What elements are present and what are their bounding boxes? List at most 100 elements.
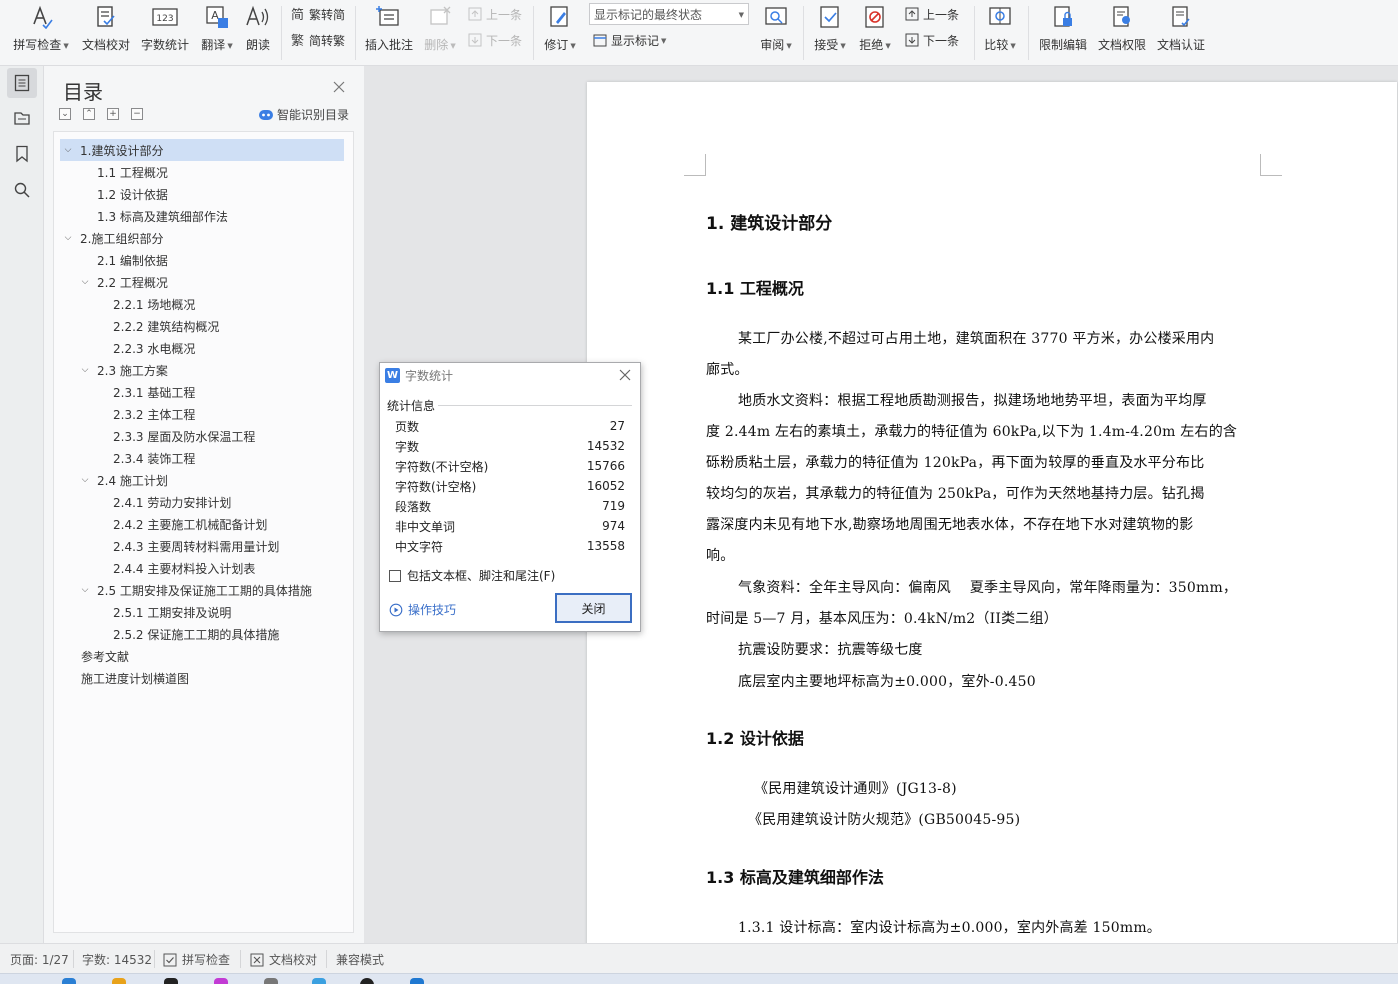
toc-item[interactable]: 2.2.3 水电概况 bbox=[113, 337, 195, 359]
word-count-button[interactable]: 123 字数统计 bbox=[139, 4, 191, 54]
dialog-close-button[interactable] bbox=[618, 368, 632, 382]
toc-item[interactable]: 2.3.3 屋面及防水保温工程 bbox=[113, 425, 255, 447]
stat-row: 中文字符 13558 bbox=[395, 536, 625, 556]
reference-line: 《民用建筑设计通则》(JG13-8) bbox=[754, 781, 957, 797]
chapter-nav-button[interactable] bbox=[7, 103, 37, 133]
doc-proof-button[interactable]: 文档校对 bbox=[80, 4, 132, 54]
accept-button[interactable]: 接受 ▼ bbox=[811, 4, 849, 54]
word-count-indicator[interactable]: 字数: 14532 bbox=[82, 951, 152, 968]
prev-comment-button[interactable]: 上一条 bbox=[466, 4, 522, 24]
taskbar-app-icon[interactable] bbox=[264, 978, 278, 984]
accept-icon bbox=[817, 4, 843, 30]
markup-state-select[interactable]: 显示标记的最终状态 ▼ bbox=[589, 3, 749, 25]
toc-item[interactable]: 2.2.2 建筑结构概况 bbox=[113, 315, 219, 337]
delete-comment-button[interactable]: 删除 ▼ bbox=[422, 4, 458, 54]
toc-item[interactable]: ⌵ 1.建筑设计部分 bbox=[60, 139, 344, 161]
chevron-down-icon: ▼ bbox=[661, 37, 667, 45]
dialog-titlebar[interactable]: W 字数统计 bbox=[380, 363, 640, 388]
dialog-title: 字数统计 bbox=[405, 369, 454, 383]
stat-row: 字符数(不计空格) 15766 bbox=[395, 456, 625, 476]
document-page[interactable]: 1. 建筑设计部分 1.1 工程概况 某工厂办公楼,不超过可占用土地，建筑面积在… bbox=[587, 82, 1397, 943]
toc-item[interactable]: ⌵ 2.3 施工方案 bbox=[79, 359, 168, 381]
bookmark-nav-button[interactable] bbox=[7, 139, 37, 169]
insert-comment-icon bbox=[376, 4, 402, 30]
toc-item[interactable]: 1.3 标高及建筑细部作法 bbox=[97, 205, 228, 227]
revise-button[interactable]: 修订 ▼ bbox=[541, 4, 579, 54]
traditional-to-simplified-button[interactable]: 简 繁转简 bbox=[289, 4, 345, 24]
close-dialog-button[interactable]: 关闭 bbox=[555, 593, 632, 623]
next-comment-button[interactable]: 下一条 bbox=[466, 30, 522, 50]
next-change-button[interactable]: 下一条 bbox=[903, 30, 959, 50]
expand-level-button[interactable]: ⌃ bbox=[83, 108, 95, 120]
doc-cert-button[interactable]: 文档认证 bbox=[1154, 4, 1208, 54]
search-nav-button[interactable] bbox=[7, 175, 37, 205]
toc-close-button[interactable] bbox=[332, 80, 346, 94]
paragraph-line: 底层室内主要地坪标高为±0.000，室外-0.450 bbox=[738, 674, 1036, 690]
taskbar-app-icon[interactable] bbox=[410, 978, 424, 984]
prev-change-button[interactable]: 上一条 bbox=[903, 4, 959, 24]
toc-item[interactable]: 2.2.1 场地概况 bbox=[113, 293, 195, 315]
read-aloud-button[interactable]: 朗读 bbox=[243, 4, 273, 54]
status-doc-proof[interactable]: 文档校对 bbox=[250, 951, 317, 968]
stat-label: 字符数(计空格) bbox=[395, 479, 477, 494]
toc-item[interactable]: 2.5.2 保证施工工期的具体措施 bbox=[113, 623, 279, 645]
smart-toc-button[interactable]: 智能识别目录 bbox=[258, 106, 349, 123]
show-markup-button[interactable]: 显示标记 ▼ bbox=[591, 30, 666, 50]
review-button[interactable]: 审阅 ▼ bbox=[757, 4, 795, 54]
toc-item[interactable]: 1.2 设计依据 bbox=[97, 183, 168, 205]
taskbar bbox=[0, 973, 1398, 984]
add-heading-button[interactable]: + bbox=[107, 108, 119, 120]
taskbar-app-icon[interactable] bbox=[62, 978, 76, 984]
toc-item[interactable]: 参考文献 bbox=[81, 645, 129, 667]
toc-item[interactable]: ⌵ 2.5 工期安排及保证施工工期的具体措施 bbox=[79, 579, 312, 601]
toc-item[interactable]: 施工进度计划横道图 bbox=[81, 667, 189, 689]
collapse-all-button[interactable]: ⌄ bbox=[59, 108, 71, 120]
simplified-to-traditional-button[interactable]: 繁 简转繁 bbox=[289, 30, 345, 50]
toc-item[interactable]: 2.4.2 主要施工机械配备计划 bbox=[113, 513, 267, 535]
toc-item[interactable]: 2.3.1 基础工程 bbox=[113, 381, 195, 403]
toc-item[interactable]: 2.3.2 主体工程 bbox=[113, 403, 195, 425]
svg-text:简: 简 bbox=[291, 7, 304, 22]
remove-heading-button[interactable]: − bbox=[131, 108, 143, 120]
chevron-down-icon: ⌵ bbox=[81, 277, 89, 287]
taskbar-app-icon[interactable] bbox=[214, 978, 228, 984]
toc-item-label: 1.2 设计依据 bbox=[97, 187, 168, 202]
chevron-down-icon: ⌵ bbox=[81, 475, 89, 485]
toc-item[interactable]: 2.1 编制依据 bbox=[97, 249, 168, 271]
toc-item-label: 1.建筑设计部分 bbox=[80, 143, 164, 158]
toc-item[interactable]: 2.4.3 主要周转材料需用量计划 bbox=[113, 535, 279, 557]
toc-item[interactable]: 2.5.1 工期安排及说明 bbox=[113, 601, 231, 623]
translate-button[interactable]: A 翻译 ▼ bbox=[198, 4, 236, 54]
reject-icon bbox=[862, 4, 888, 30]
taskbar-app-icon[interactable] bbox=[312, 978, 326, 984]
compare-button[interactable]: 比较 ▼ bbox=[981, 4, 1019, 54]
toc-item[interactable]: ⌵ 2.4 施工计划 bbox=[79, 469, 168, 491]
toc-item-label: 2.4.2 主要施工机械配备计划 bbox=[113, 517, 268, 532]
tips-link[interactable]: 操作技巧 bbox=[389, 601, 456, 618]
toc-item[interactable]: 2.4.4 主要材料投入计划表 bbox=[113, 557, 255, 579]
status-spell-check[interactable]: 拼写检查 bbox=[163, 951, 230, 968]
status-divider bbox=[326, 950, 327, 968]
toc-item-label: 2.3.3 屋面及防水保温工程 bbox=[113, 429, 256, 444]
insert-comment-button[interactable]: 插入批注 bbox=[362, 4, 416, 54]
checkbox-box[interactable] bbox=[389, 569, 401, 582]
toc-item[interactable]: 2.4.1 劳动力安排计划 bbox=[113, 491, 231, 513]
toc-item-label: 1.1 工程概况 bbox=[97, 165, 168, 180]
spell-check-button[interactable]: 拼写检查 ▼ bbox=[12, 4, 70, 54]
include-textbox-checkbox[interactable]: 包括文本框、脚注和尾注(F) bbox=[389, 567, 555, 584]
reference-line: 《民用建筑设计防火规范》(GB50045-95) bbox=[748, 812, 1021, 828]
reject-button[interactable]: 拒绝 ▼ bbox=[856, 4, 894, 54]
restrict-edit-button[interactable]: 限制编辑 bbox=[1036, 4, 1090, 54]
toc-item[interactable]: 1.1 工程概况 bbox=[97, 161, 168, 183]
page-indicator[interactable]: 页面: 1/27 bbox=[10, 951, 69, 968]
toc-item-label: 2.3 施工方案 bbox=[97, 363, 168, 378]
doc-permission-button[interactable]: 文档权限 bbox=[1095, 4, 1149, 54]
taskbar-app-icon[interactable] bbox=[360, 978, 374, 984]
taskbar-app-icon[interactable] bbox=[112, 978, 126, 984]
status-spell-label: 拼写检查 bbox=[182, 953, 231, 967]
taskbar-app-icon[interactable] bbox=[164, 978, 178, 984]
toc-item[interactable]: ⌵ 2.施工组织部分 bbox=[62, 227, 164, 249]
toc-nav-button[interactable] bbox=[7, 68, 37, 98]
toc-item[interactable]: 2.3.4 装饰工程 bbox=[113, 447, 195, 469]
toc-item[interactable]: ⌵ 2.2 工程概况 bbox=[79, 271, 168, 293]
